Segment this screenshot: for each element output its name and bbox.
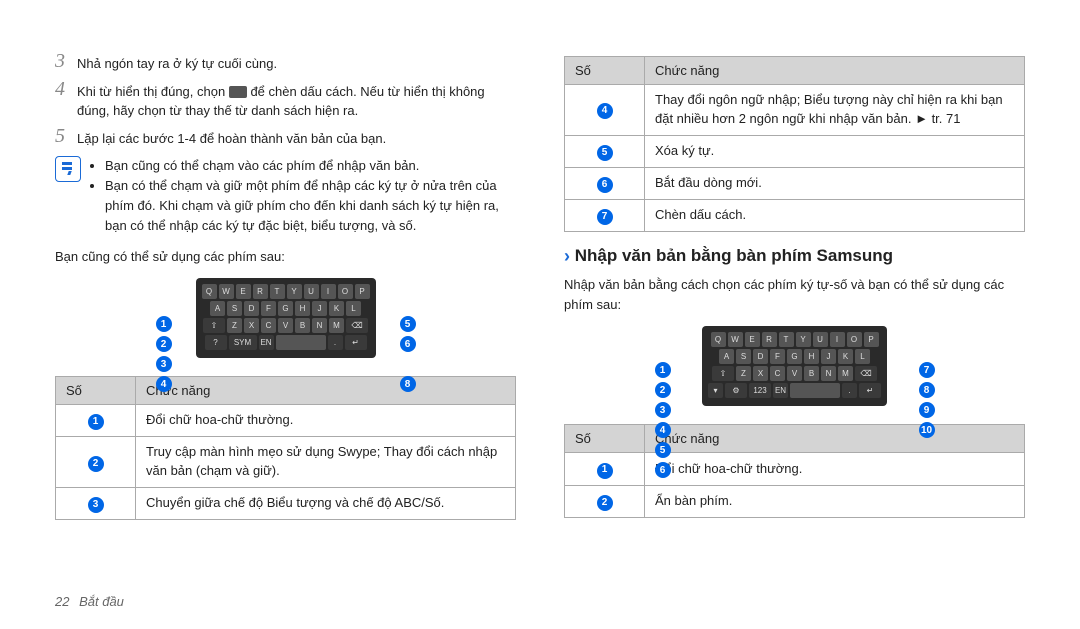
swype-keyboard-diagram: 1 2 3 4 QWERTYUIOP ASDFGHJKL ⇧ZXCVBNM⌫ ?… <box>136 278 436 358</box>
callout-5-icon: 5 <box>655 442 671 458</box>
step-number: 4 <box>55 78 77 101</box>
table-header-num: Số <box>565 57 645 85</box>
table-row: 5 Xóa ký tự. <box>565 135 1025 167</box>
step-text: Nhả ngón tay ra ở ký tự cuối cùng. <box>77 50 277 74</box>
row-desc: Thay đổi ngôn ngữ nhập; Biểu tượng này c… <box>645 85 1025 136</box>
table-header-func: Chức năng <box>136 377 516 405</box>
callout-7-icon: 7 <box>919 362 935 378</box>
row-num-icon: 1 <box>88 414 104 430</box>
callout-5-icon: 5 <box>400 316 416 332</box>
row-desc: Truy cập màn hình mẹo sử dụng Swype; Tha… <box>136 437 516 488</box>
callout-6-icon: 6 <box>655 462 671 478</box>
callout-1-icon: 1 <box>655 362 671 378</box>
row-num-icon: 2 <box>88 456 104 472</box>
callout-3-icon: 3 <box>655 402 671 418</box>
table-row: 7 Chèn dấu cách. <box>565 200 1025 232</box>
samsung-functions-table: Số Chức năng 1 Đổi chữ hoa-chữ thường. 2… <box>564 424 1025 518</box>
callout-8-icon: 8 <box>919 382 935 398</box>
swype-functions-table-continued: Số Chức năng 4 Thay đổi ngôn ngữ nhập; B… <box>564 56 1025 232</box>
row-num-icon: 7 <box>597 209 613 225</box>
note-icon <box>55 156 81 182</box>
note-item: Bạn cũng có thể chạm vào các phím để nhậ… <box>105 156 516 176</box>
table-row: 2 Truy cập màn hình mẹo sử dụng Swype; T… <box>56 437 516 488</box>
row-desc: Chuyển giữa chế độ Biểu tượng và chế độ … <box>136 488 516 520</box>
table-header-func: Chức năng <box>645 425 1025 453</box>
row-num-icon: 1 <box>597 463 613 479</box>
note-block: Bạn cũng có thể chạm vào các phím để nhậ… <box>55 156 516 237</box>
table-header-func: Chức năng <box>645 57 1025 85</box>
swype-functions-table: Số Chức năng 1 Đổi chữ hoa-chữ thường. 2… <box>55 376 516 520</box>
step-number: 3 <box>55 50 77 73</box>
row-desc: Đổi chữ hoa-chữ thường. <box>645 453 1025 485</box>
table-row: 6 Bắt đầu dòng mới. <box>565 167 1025 199</box>
table-header-num: Số <box>565 425 645 453</box>
step-text: Lặp lại các bước 1-4 để hoàn thành văn b… <box>77 125 386 149</box>
samsung-kbd-intro: Nhập văn bản bằng cách chọn các phím ký … <box>564 275 1025 314</box>
step-5: 5 Lặp lại các bước 1-4 để hoàn thành văn… <box>55 125 516 149</box>
samsung-keyboard-diagram: 1 2 3 4 5 6 QWERTYUIOP ASDFGHJKL ⇧ZXCVBN… <box>635 326 955 406</box>
callout-4-icon: 4 <box>156 376 172 392</box>
table-row: 1 Đổi chữ hoa-chữ thường. <box>56 405 516 437</box>
row-desc: Chèn dấu cách. <box>645 200 1025 232</box>
section-heading: › Nhập văn bản bằng bàn phím Samsung <box>564 246 1025 267</box>
text-part: Khi từ hiển thị đúng, chọn <box>77 84 229 99</box>
table-row: 2 Ẩn bàn phím. <box>565 485 1025 517</box>
row-desc: Ẩn bàn phím. <box>645 485 1025 517</box>
table-row: 4 Thay đổi ngôn ngữ nhập; Biểu tượng này… <box>565 85 1025 136</box>
table-row: 1 Đổi chữ hoa-chữ thường. <box>565 453 1025 485</box>
callout-labels-right: 7 8 9 10 <box>919 362 935 438</box>
callout-9-icon: 9 <box>919 402 935 418</box>
step-number: 5 <box>55 125 77 148</box>
callout-2-icon: 2 <box>156 336 172 352</box>
row-num-icon: 4 <box>597 103 613 119</box>
row-num-icon: 2 <box>597 495 613 511</box>
row-desc: Xóa ký tự. <box>645 135 1025 167</box>
left-column: 3 Nhả ngón tay ra ở ký tự cuối cùng. 4 K… <box>55 50 516 599</box>
table-row: 3 Chuyển giữa chế độ Biểu tượng và chế đ… <box>56 488 516 520</box>
callout-labels-right: 5 6 - 8 <box>400 316 416 392</box>
note-list: Bạn cũng có thể chạm vào các phím để nhậ… <box>89 156 516 237</box>
page-number: 22 <box>55 594 69 609</box>
spacebar-icon <box>229 86 247 98</box>
chevron-icon: › <box>564 246 570 266</box>
callout-labels-left: 1 2 3 4 <box>156 316 172 392</box>
callout-6-icon: 6 <box>400 336 416 352</box>
note-item: Bạn có thể chạm và giữ một phím để nhập … <box>105 176 516 236</box>
table-header-num: Số <box>56 377 136 405</box>
keyboard-graphic: QWERTYUIOP ASDFGHJKL ⇧ZXCVBNM⌫ ▾⚙123EN .… <box>702 326 887 406</box>
heading-text: Nhập văn bản bằng bàn phím Samsung <box>575 246 893 265</box>
step-text: Khi từ hiển thị đúng, chọn để chèn dấu c… <box>77 78 516 121</box>
row-desc: Đổi chữ hoa-chữ thường. <box>136 405 516 437</box>
step-4: 4 Khi từ hiển thị đúng, chọn để chèn dấu… <box>55 78 516 121</box>
row-num-icon: 3 <box>88 497 104 513</box>
callout-labels-left: 1 2 3 4 5 6 <box>655 362 671 478</box>
row-desc: Bắt đầu dòng mới. <box>645 167 1025 199</box>
keyboard-intro-text: Bạn cũng có thể sử dụng các phím sau: <box>55 247 516 267</box>
callout-1-icon: 1 <box>156 316 172 332</box>
callout-3-icon: 3 <box>156 356 172 372</box>
page-footer: 22 Bắt đầu <box>55 594 124 609</box>
row-num-icon: 6 <box>597 177 613 193</box>
callout-2-icon: 2 <box>655 382 671 398</box>
keyboard-graphic: QWERTYUIOP ASDFGHJKL ⇧ZXCVBNM⌫ ?SYMEN .↵ <box>196 278 376 358</box>
callout-10-icon: 10 <box>919 422 935 438</box>
callout-8-icon: 8 <box>400 376 416 392</box>
row-num-icon: 5 <box>597 145 613 161</box>
step-3: 3 Nhả ngón tay ra ở ký tự cuối cùng. <box>55 50 516 74</box>
callout-4-icon: 4 <box>655 422 671 438</box>
section-name: Bắt đầu <box>79 594 124 609</box>
right-column: Số Chức năng 4 Thay đổi ngôn ngữ nhập; B… <box>564 50 1025 599</box>
